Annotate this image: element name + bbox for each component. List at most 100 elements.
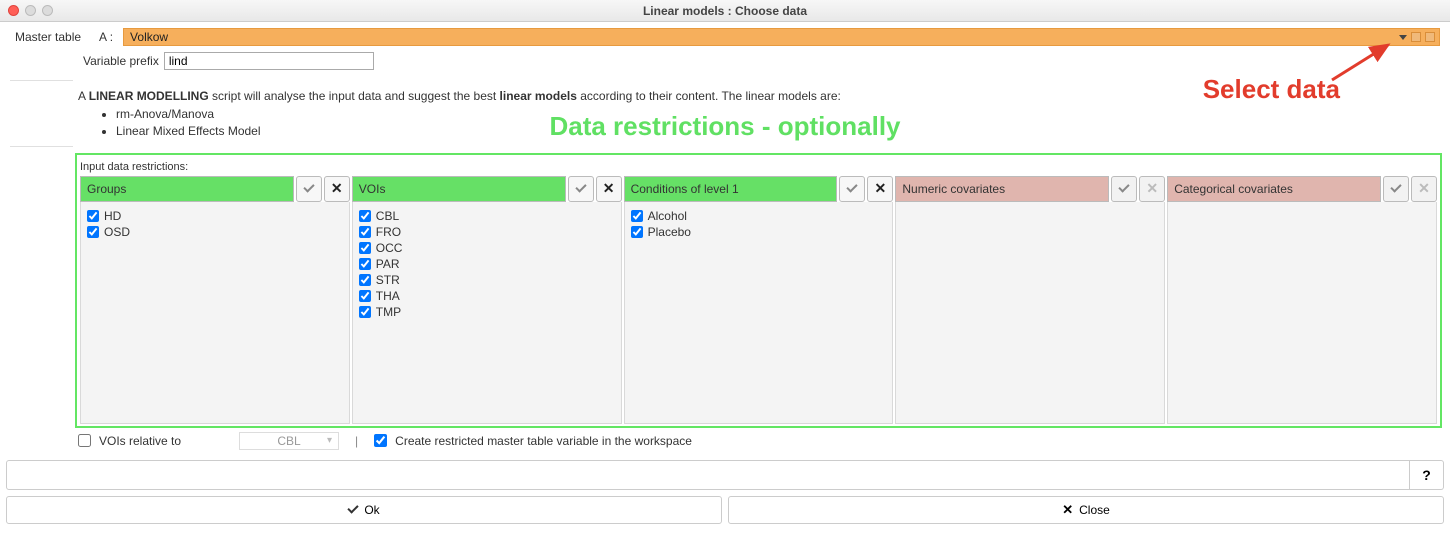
master-table-row: Master table A : Volkow bbox=[0, 22, 1450, 50]
check-icon bbox=[303, 181, 314, 192]
checkbox[interactable] bbox=[359, 306, 371, 318]
categorical-covariates-panel: Categorical covariates ✕ bbox=[1167, 176, 1437, 424]
check-icon bbox=[1390, 181, 1401, 192]
action-buttons-row: Ok ✕ Close bbox=[6, 496, 1444, 524]
groups-panel: Groups ✕ HD OSD bbox=[80, 176, 350, 424]
master-select-controls bbox=[1399, 32, 1435, 42]
check-icon bbox=[847, 181, 858, 192]
master-a-label: A : bbox=[99, 30, 113, 44]
separator: | bbox=[355, 434, 358, 448]
groups-body: HD OSD bbox=[80, 202, 350, 424]
close-button-label: Close bbox=[1079, 503, 1110, 517]
list-item-label: THA bbox=[376, 289, 400, 303]
master-table-select[interactable]: Volkow bbox=[123, 28, 1440, 46]
checkbox[interactable] bbox=[359, 210, 371, 222]
list-item[interactable]: TMP bbox=[359, 304, 615, 320]
desc-bold2: linear models bbox=[500, 89, 577, 103]
ok-button[interactable]: Ok bbox=[6, 496, 722, 524]
variable-prefix-label: Variable prefix bbox=[83, 54, 159, 68]
restrictions-panel: Input data restrictions: Groups ✕ HD OSD… bbox=[75, 153, 1442, 428]
numeric-covariates-panel: Numeric covariates ✕ bbox=[895, 176, 1165, 424]
categorical-clear-button: ✕ bbox=[1411, 176, 1437, 202]
checkbox[interactable] bbox=[87, 210, 99, 222]
close-button[interactable]: ✕ Close bbox=[728, 496, 1444, 524]
groups-header: Groups bbox=[80, 176, 294, 202]
checkbox[interactable] bbox=[631, 210, 643, 222]
list-item[interactable]: OSD bbox=[87, 224, 343, 240]
checkbox[interactable] bbox=[359, 274, 371, 286]
checkbox[interactable] bbox=[359, 226, 371, 238]
x-icon: ✕ bbox=[1146, 180, 1158, 197]
master-select-aux-icon[interactable] bbox=[1411, 32, 1421, 42]
checkbox[interactable] bbox=[359, 290, 371, 302]
check-icon bbox=[575, 181, 586, 192]
list-item[interactable]: THA bbox=[359, 288, 615, 304]
vois-relative-checkbox[interactable] bbox=[78, 434, 91, 447]
numeric-body bbox=[895, 202, 1165, 424]
conditions-check-button[interactable] bbox=[839, 176, 865, 202]
list-item[interactable]: CBL bbox=[359, 208, 615, 224]
create-restricted-checkbox[interactable] bbox=[374, 434, 387, 447]
list-item-label: Placebo bbox=[648, 225, 691, 239]
master-select-aux-icon-2[interactable] bbox=[1425, 32, 1435, 42]
conditions-body: Alcohol Placebo bbox=[624, 202, 894, 424]
annotation-select-data: Select data bbox=[1203, 74, 1340, 105]
x-icon: ✕ bbox=[331, 180, 343, 197]
x-icon: ✕ bbox=[1418, 180, 1430, 197]
vois-check-button[interactable] bbox=[568, 176, 594, 202]
desc-a: A bbox=[78, 89, 89, 103]
restrictions-heading: Input data restrictions: bbox=[80, 161, 1437, 173]
categorical-check-button bbox=[1383, 176, 1409, 202]
master-table-value: Volkow bbox=[130, 30, 168, 44]
categorical-covariates-header: Categorical covariates bbox=[1167, 176, 1381, 202]
groups-clear-button[interactable]: ✕ bbox=[324, 176, 350, 202]
list-item[interactable]: STR bbox=[359, 272, 615, 288]
command-input[interactable] bbox=[6, 460, 1410, 490]
bottom-options-row: VOIs relative to CBL ▾ | Create restrict… bbox=[0, 428, 1450, 456]
vois-body: CBL FRO OCC PAR STR THA TMP bbox=[352, 202, 622, 424]
conditions-panel: Conditions of level 1 ✕ Alcohol Placebo bbox=[624, 176, 894, 424]
checkbox[interactable] bbox=[359, 258, 371, 270]
list-item[interactable]: Placebo bbox=[631, 224, 887, 240]
list-item-label: TMP bbox=[376, 305, 401, 319]
vois-relative-value: CBL bbox=[277, 434, 300, 448]
dropdown-triangle-icon[interactable] bbox=[1399, 35, 1407, 40]
list-item[interactable]: Alcohol bbox=[631, 208, 887, 224]
list-item-label: FRO bbox=[376, 225, 401, 239]
list-item-label: STR bbox=[376, 273, 400, 287]
list-item[interactable]: HD bbox=[87, 208, 343, 224]
dropdown-triangle-icon: ▾ bbox=[327, 435, 332, 446]
list-item[interactable]: PAR bbox=[359, 256, 615, 272]
check-icon bbox=[1119, 181, 1130, 192]
vois-panel: VOIs ✕ CBL FRO OCC PAR STR THA TMP bbox=[352, 176, 622, 424]
conditions-header: Conditions of level 1 bbox=[624, 176, 838, 202]
vois-relative-select[interactable]: CBL ▾ bbox=[239, 432, 339, 450]
numeric-clear-button: ✕ bbox=[1139, 176, 1165, 202]
checkbox[interactable] bbox=[87, 226, 99, 238]
conditions-clear-button[interactable]: ✕ bbox=[867, 176, 893, 202]
list-item-label: HD bbox=[104, 209, 121, 223]
numeric-covariates-header: Numeric covariates bbox=[895, 176, 1109, 202]
help-button[interactable]: ? bbox=[1410, 460, 1444, 490]
list-item[interactable]: OCC bbox=[359, 240, 615, 256]
window-title: Linear models : Choose data bbox=[0, 4, 1450, 18]
groups-check-button[interactable] bbox=[296, 176, 322, 202]
variable-prefix-input[interactable] bbox=[164, 52, 374, 70]
vois-clear-button[interactable]: ✕ bbox=[596, 176, 622, 202]
master-table-label: Master table bbox=[15, 30, 81, 44]
x-icon: ✕ bbox=[875, 180, 887, 197]
list-item-label: CBL bbox=[376, 209, 399, 223]
command-input-row: ? bbox=[6, 460, 1444, 490]
annotation-data-restrictions: Data restrictions - optionally bbox=[0, 111, 1450, 142]
divider-2 bbox=[10, 146, 73, 147]
x-icon: ✕ bbox=[1062, 502, 1073, 518]
desc-suffix: according to their content. The linear m… bbox=[577, 89, 841, 103]
vois-relative-label: VOIs relative to bbox=[99, 434, 181, 448]
checkbox[interactable] bbox=[631, 226, 643, 238]
check-icon bbox=[348, 502, 359, 513]
create-restricted-label: Create restricted master table variable … bbox=[395, 434, 692, 448]
list-item[interactable]: FRO bbox=[359, 224, 615, 240]
window-title-bar: Linear models : Choose data bbox=[0, 0, 1450, 22]
desc-bold1: LINEAR MODELLING bbox=[89, 89, 209, 103]
checkbox[interactable] bbox=[359, 242, 371, 254]
